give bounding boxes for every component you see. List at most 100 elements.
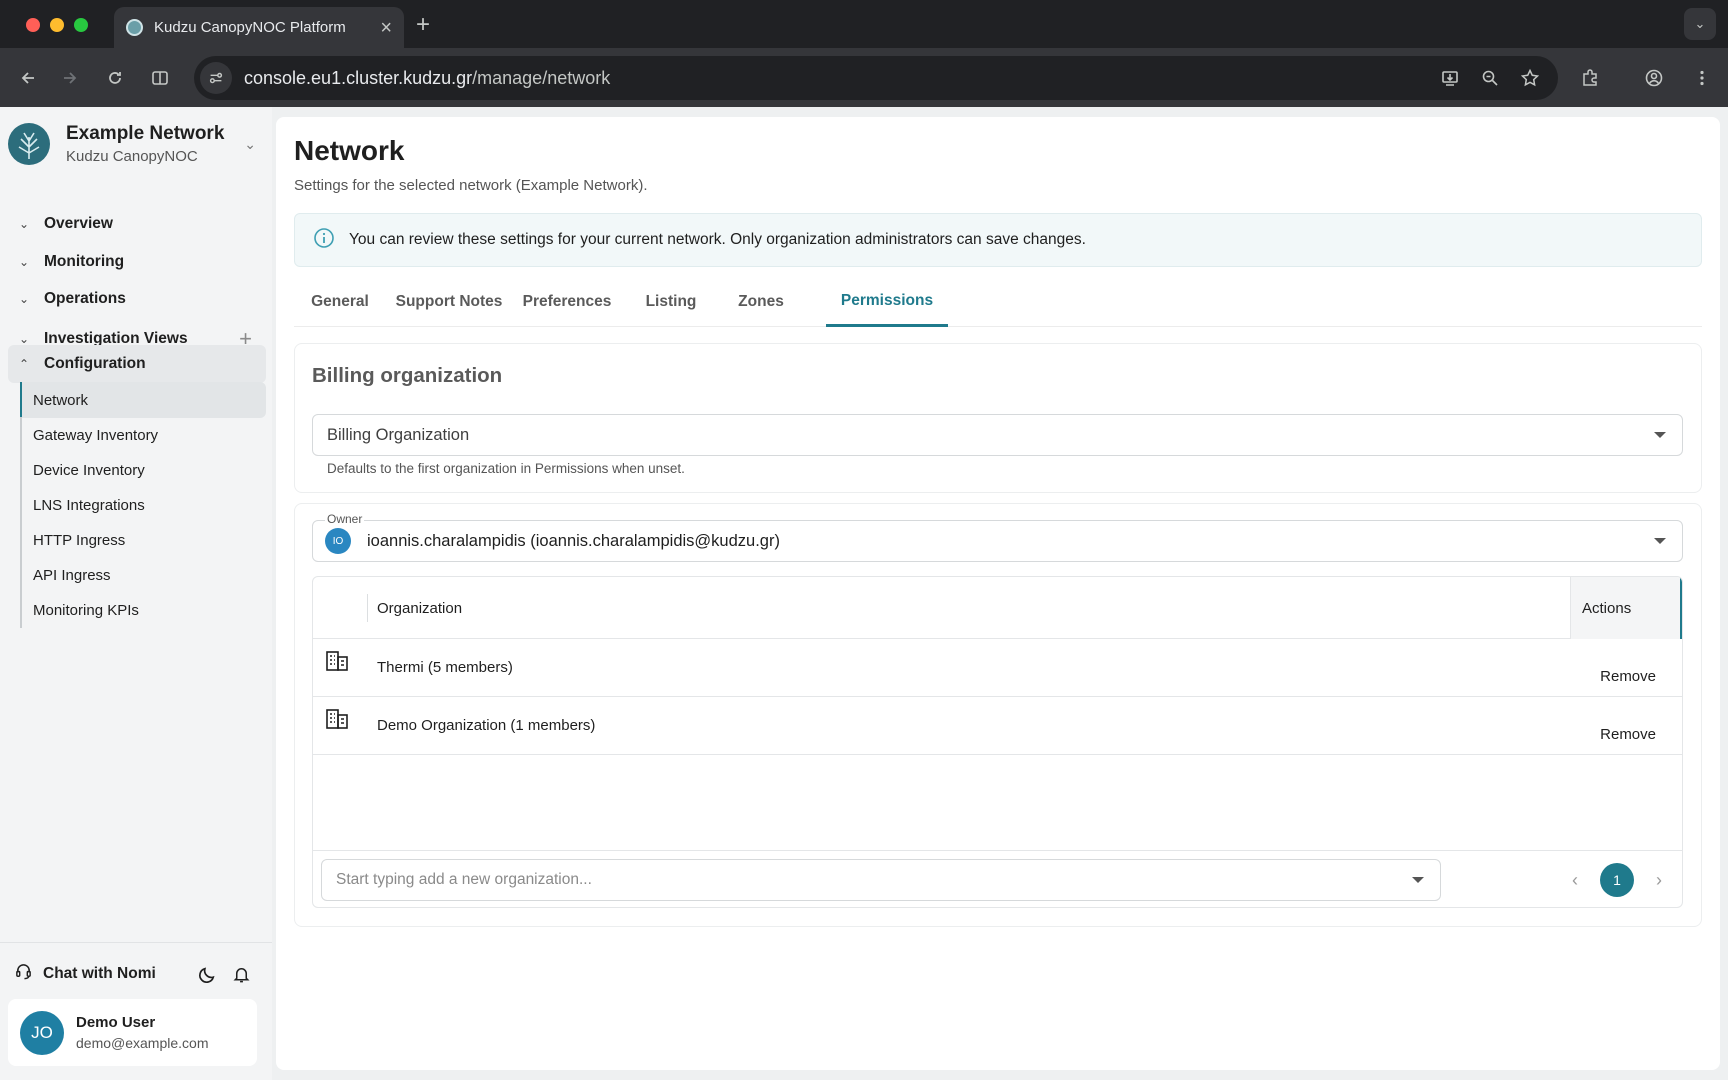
column-header-organization[interactable]: Organization: [367, 577, 462, 639]
remove-button[interactable]: Remove: [1600, 668, 1656, 685]
tab-support-notes[interactable]: Support Notes: [390, 277, 508, 327]
sidebar-item-lns-integrations[interactable]: LNS Integrations: [20, 487, 266, 523]
tab-search-icon[interactable]: ⌄: [1684, 8, 1716, 40]
avatar: JO: [20, 1010, 64, 1055]
settings-tabs: General Support Notes Preferences Listin…: [294, 277, 1702, 327]
tab-permissions[interactable]: Permissions: [826, 277, 948, 327]
table-footer: Start typing add a new organization... ‹…: [313, 850, 1682, 907]
site-info-icon[interactable]: [200, 62, 232, 94]
user-name: Demo User: [76, 1014, 156, 1031]
notifications-bell-icon[interactable]: [224, 957, 258, 991]
remove-button[interactable]: Remove: [1600, 726, 1656, 743]
billing-organization-value: Billing Organization: [327, 425, 470, 444]
next-page-icon[interactable]: ›: [1646, 863, 1672, 897]
pagination: ‹ 1 ›: [1562, 863, 1672, 897]
billing-organization-card: Billing organization Billing Organizatio…: [294, 343, 1702, 493]
previous-page-icon[interactable]: ‹: [1562, 863, 1588, 897]
browser-tabstrip: Kudzu CanopyNOC Platform × + ⌄: [0, 0, 1728, 48]
browser-menu-icon[interactable]: [1686, 62, 1718, 94]
owner-avatar: IO: [325, 528, 351, 554]
sidebar-item-monitoring-kpis[interactable]: Monitoring KPIs: [20, 592, 266, 628]
platform-name: Kudzu CanopyNOC: [66, 148, 198, 165]
app: Example Network Kudzu CanopyNOC ⌄ ⌄ Over…: [0, 107, 1728, 1080]
info-icon: [313, 227, 335, 254]
nav-section-label: Monitoring: [44, 253, 125, 270]
nav-section-configuration[interactable]: ⌃ Configuration: [8, 345, 266, 383]
chevron-down-icon: ⌄: [18, 332, 30, 346]
info-banner: You can review these settings for your c…: [294, 213, 1702, 267]
chevron-up-icon: ⌃: [18, 357, 30, 371]
building-icon: [325, 707, 349, 731]
organizations-table: Organization Actions Thermi (5 members) …: [312, 576, 1683, 908]
split-view-icon[interactable]: [144, 62, 176, 94]
tab-title: Kudzu CanopyNOC Platform: [154, 19, 346, 36]
tab-listing[interactable]: Listing: [626, 277, 716, 327]
nav-section-label: Configuration: [44, 355, 146, 372]
favicon-icon: [126, 19, 143, 36]
network-switcher[interactable]: Example Network Kudzu CanopyNOC ⌄: [8, 117, 266, 171]
column-header-actions[interactable]: Actions: [1570, 577, 1682, 639]
sidebar: Example Network Kudzu CanopyNOC ⌄ ⌄ Over…: [0, 107, 272, 1080]
bookmark-star-icon[interactable]: [1518, 66, 1542, 90]
add-organization-input[interactable]: Start typing add a new organization...: [321, 859, 1441, 901]
nav-section-monitoring[interactable]: ⌄ Monitoring: [8, 243, 266, 281]
nav-section-overview[interactable]: ⌄ Overview: [8, 205, 266, 243]
tab-preferences[interactable]: Preferences: [512, 277, 622, 327]
page-number-button[interactable]: 1: [1600, 863, 1634, 897]
nav-section-operations[interactable]: ⌄ Operations: [8, 280, 266, 318]
sidebar-footer-divider: [0, 942, 272, 943]
install-app-icon[interactable]: [1438, 66, 1462, 90]
table-row: Thermi (5 members) Remove: [313, 639, 1682, 697]
user-email: demo@example.com: [76, 1035, 209, 1051]
chevron-down-icon: ⌄: [18, 217, 30, 231]
chevron-down-icon: ⌄: [244, 135, 256, 152]
tab-zones[interactable]: Zones: [724, 277, 798, 327]
billing-helper-text: Defaults to the first organization in Pe…: [327, 461, 685, 476]
add-organization-placeholder: Start typing add a new organization...: [336, 871, 592, 888]
address-bar[interactable]: console.eu1.cluster.kudzu.gr/manage/netw…: [194, 56, 1558, 100]
new-tab-icon[interactable]: +: [416, 11, 430, 39]
caret-down-icon: [1654, 432, 1666, 438]
caret-down-icon: [1654, 538, 1666, 544]
profile-icon[interactable]: [1638, 62, 1670, 94]
back-icon[interactable]: [12, 62, 44, 94]
zoom-icon[interactable]: [1478, 66, 1502, 90]
extensions-icon[interactable]: [1574, 62, 1606, 94]
sidebar-item-network[interactable]: Network: [20, 382, 266, 418]
chat-label: Chat with Nomi: [43, 965, 156, 982]
tab-close-icon[interactable]: ×: [380, 18, 392, 38]
minimize-window-button[interactable]: [50, 18, 64, 32]
sidebar-item-device-inventory[interactable]: Device Inventory: [20, 452, 266, 488]
reload-icon[interactable]: [99, 62, 131, 94]
url-text: console.eu1.cluster.kudzu.gr/manage/netw…: [244, 67, 611, 88]
sidebar-item-api-ingress[interactable]: API Ingress: [20, 557, 266, 593]
browser-tab[interactable]: Kudzu CanopyNOC Platform ×: [114, 7, 404, 48]
table-header: Organization Actions: [313, 577, 1682, 639]
main-content: Network Settings for the selected networ…: [276, 117, 1720, 1070]
chat-with-nomi-button[interactable]: Chat with Nomi: [14, 962, 190, 986]
tab-general[interactable]: General: [294, 277, 386, 327]
forward-icon[interactable]: [54, 62, 86, 94]
user-card[interactable]: JO Demo User demo@example.com: [8, 999, 257, 1066]
organization-name: Thermi (5 members): [377, 659, 513, 676]
close-window-button[interactable]: [26, 18, 40, 32]
info-text: You can review these settings for your c…: [349, 231, 1086, 248]
nav-section-label: Overview: [44, 215, 113, 232]
network-name: Example Network: [66, 123, 225, 144]
sidebar-item-http-ingress[interactable]: HTTP Ingress: [20, 522, 266, 558]
billing-card-title: Billing organization: [312, 364, 503, 387]
sidebar-item-gateway-inventory[interactable]: Gateway Inventory: [20, 417, 266, 453]
owner-select[interactable]: IO ioannis.charalampidis (ioannis.charal…: [312, 520, 1683, 562]
billing-organization-select[interactable]: Billing Organization: [312, 414, 1683, 456]
kudzu-logo-icon: [8, 123, 50, 165]
owner-label: Owner: [325, 512, 365, 526]
chevron-down-icon: ⌄: [18, 292, 30, 306]
browser-toolbar: console.eu1.cluster.kudzu.gr/manage/netw…: [0, 48, 1728, 107]
chevron-down-icon: ⌄: [18, 255, 30, 269]
page-title: Network: [294, 135, 405, 166]
table-row: Demo Organization (1 members) Remove: [313, 697, 1682, 755]
dark-mode-moon-icon[interactable]: [190, 957, 224, 991]
sidebar-footer: Chat with Nomi: [14, 957, 258, 991]
headset-icon: [14, 962, 33, 986]
maximize-window-button[interactable]: [74, 18, 88, 32]
